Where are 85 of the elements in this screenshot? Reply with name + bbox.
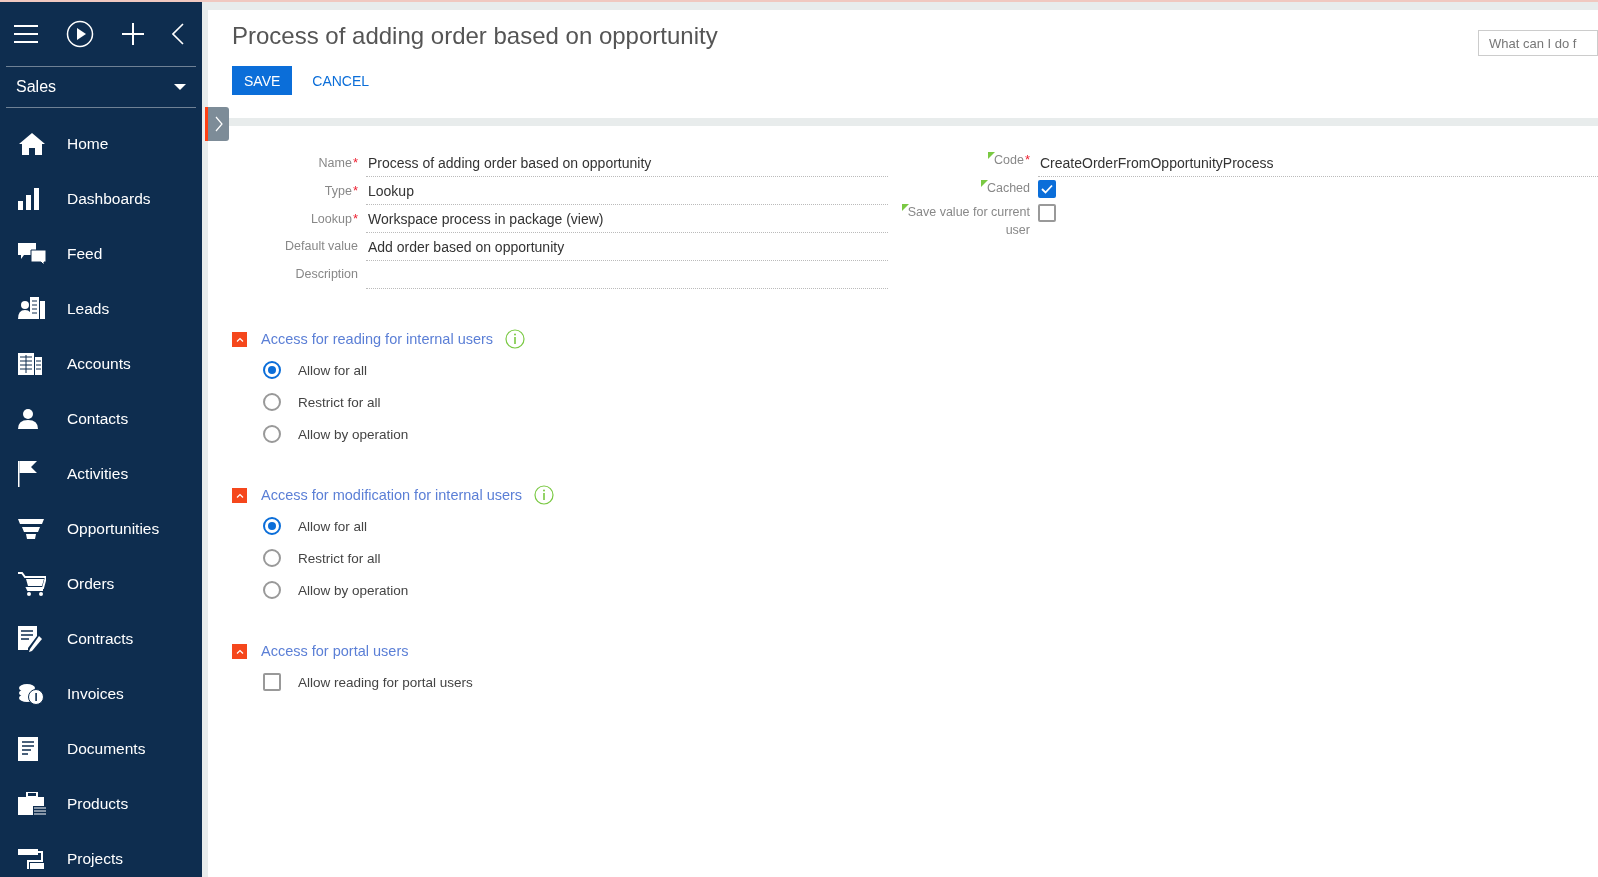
menu-icon[interactable] xyxy=(14,25,38,43)
option-label: Allow reading for portal users xyxy=(298,674,473,690)
home-icon xyxy=(18,131,46,156)
field-label: Lookup xyxy=(310,212,352,226)
checkbox[interactable] xyxy=(1038,180,1056,198)
chevron-up-icon xyxy=(235,492,244,498)
workplace-selector[interactable]: Sales xyxy=(6,66,196,108)
bar-chart-icon xyxy=(18,187,40,210)
option-label: Allow by operation xyxy=(298,582,409,598)
text-field[interactable]: CreateOrderFromOpportunityProcess xyxy=(1038,150,1598,177)
sidebar-item[interactable]: Products xyxy=(0,776,202,831)
radio-button[interactable] xyxy=(263,425,281,443)
play-icon[interactable] xyxy=(66,20,94,48)
document-pen-icon xyxy=(18,625,42,652)
page-title: Process of adding order based on opportunity xyxy=(232,22,718,50)
option-label: Allow by operation xyxy=(298,426,409,442)
text-field[interactable]: Lookup xyxy=(366,178,888,205)
document-icon xyxy=(18,736,38,761)
checkbox[interactable] xyxy=(1038,204,1056,222)
panel-toggle-button[interactable] xyxy=(205,107,229,141)
option-label: Allow for all xyxy=(298,362,368,378)
radio-button[interactable] xyxy=(263,581,281,599)
info-icon[interactable] xyxy=(505,329,526,349)
text-field[interactable]: Process of adding order based on opportunity xyxy=(366,150,888,177)
field-label: Default value xyxy=(285,239,358,253)
sidebar-item[interactable]: Feed xyxy=(0,226,202,281)
sidebar-item[interactable]: Projects xyxy=(0,831,202,877)
chevron-left-icon[interactable] xyxy=(172,23,184,45)
sidebar-item[interactable]: Documents xyxy=(0,721,202,776)
radio-button[interactable] xyxy=(263,361,281,379)
field-label: Type xyxy=(324,184,352,198)
cancel-button[interactable]: CANCEL xyxy=(300,66,382,95)
option-label: Restrict for all xyxy=(298,550,381,566)
chevron-up-icon xyxy=(235,648,244,654)
sidebar-item[interactable]: Leads xyxy=(0,281,202,336)
sidebar-item[interactable]: Activities xyxy=(0,446,202,501)
field-label: Code xyxy=(994,153,1024,167)
sidebar-item[interactable]: Orders xyxy=(0,556,202,611)
save-button[interactable]: SAVE xyxy=(232,66,293,95)
field-label: Save value for current user xyxy=(907,205,1030,237)
caret-down-icon xyxy=(174,84,186,90)
search-field[interactable]: What can I do f xyxy=(1478,30,1598,56)
sidebar-item[interactable]: Accounts xyxy=(0,336,202,391)
field-label: Description xyxy=(295,267,358,281)
plus-icon[interactable] xyxy=(122,23,144,45)
person-building-icon xyxy=(18,296,46,321)
radio-button[interactable] xyxy=(263,393,281,411)
checkmark-icon xyxy=(1041,184,1053,194)
required-mark: * xyxy=(1024,152,1030,167)
radio-button[interactable] xyxy=(263,517,281,535)
required-mark: * xyxy=(352,183,358,198)
coins-icon xyxy=(18,682,44,705)
text-field[interactable]: Workspace process in package (view) xyxy=(366,206,888,233)
checkbox[interactable] xyxy=(263,673,281,691)
chevron-right-icon xyxy=(214,116,223,132)
building-icon xyxy=(18,352,42,375)
collapse-button[interactable] xyxy=(232,643,247,659)
sidebar-item[interactable]: Contracts xyxy=(0,611,202,666)
sidebar-item[interactable]: Invoices xyxy=(0,666,202,721)
sidebar-item[interactable]: Opportunities xyxy=(0,501,202,556)
sidebar-item[interactable]: Home xyxy=(0,116,202,171)
section-title[interactable]: Access for reading for internal users xyxy=(261,331,494,347)
required-mark: * xyxy=(352,155,358,170)
chevron-up-icon xyxy=(235,336,244,342)
cart-icon xyxy=(18,571,46,596)
radio-button[interactable] xyxy=(263,549,281,567)
section-title[interactable]: Access for modification for internal users xyxy=(261,487,523,503)
field-label: Cached xyxy=(986,181,1030,195)
person-icon xyxy=(18,408,38,429)
field-label: Name xyxy=(318,156,352,170)
collapse-button[interactable] xyxy=(232,487,247,503)
chat-bubbles-icon xyxy=(18,242,46,265)
collapse-button[interactable] xyxy=(232,331,247,347)
required-mark: * xyxy=(352,211,358,226)
sidebar-item[interactable]: Contacts xyxy=(0,391,202,446)
funnel-icon xyxy=(18,518,44,539)
option-label: Allow for all xyxy=(298,518,368,534)
text-field[interactable]: Add order based on opportunity xyxy=(366,234,888,261)
projects-icon xyxy=(18,848,44,869)
sidebar-item[interactable]: Dashboards xyxy=(0,171,202,226)
option-label: Restrict for all xyxy=(298,394,381,410)
section-title[interactable]: Access for portal users xyxy=(261,643,409,659)
briefcase-icon xyxy=(18,791,46,816)
flag-icon xyxy=(18,460,38,487)
info-icon[interactable] xyxy=(534,485,555,505)
